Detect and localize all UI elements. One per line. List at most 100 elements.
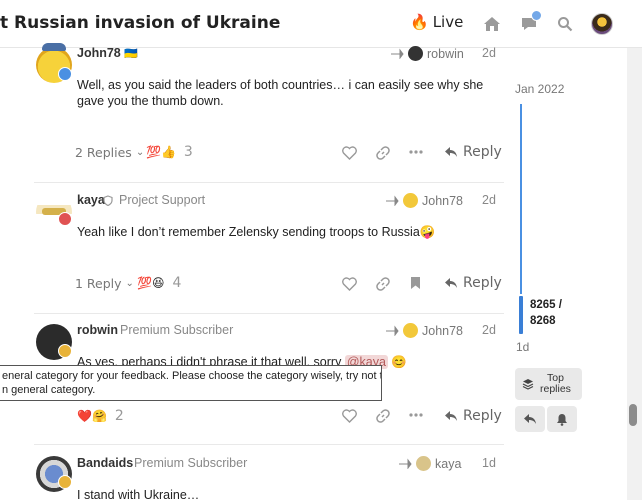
top-replies-line-2: replies	[540, 383, 571, 395]
top-replies-label: Top replies	[540, 373, 571, 395]
reply-label: Reply	[463, 144, 502, 160]
reply-icon	[445, 278, 457, 288]
scrollbar-thumb[interactable]	[629, 404, 637, 426]
more-icon[interactable]	[408, 412, 424, 418]
fire-icon: 🔥	[410, 13, 429, 31]
reaction-emojis: 💯😆	[137, 276, 165, 290]
timeline-current: 8265 /	[530, 299, 562, 311]
show-replies-button[interactable]: 1 Reply ⌄	[75, 276, 134, 291]
reply-label: Reply	[463, 275, 502, 291]
like-icon[interactable]	[342, 277, 357, 291]
reply-arrow-icon	[386, 195, 399, 206]
reactions[interactable]: 💯😆 4	[137, 275, 181, 291]
reply-icon	[524, 414, 536, 424]
username[interactable]: kaya	[77, 193, 105, 207]
reaction-count: 4	[172, 275, 182, 291]
user-title: Premium Subscriber	[134, 456, 248, 470]
flag-icon: 🇺🇦	[124, 48, 138, 60]
reply-to-username: robwin	[427, 46, 464, 61]
chevron-down-icon: ⌄	[125, 278, 134, 289]
layers-icon	[522, 379, 534, 390]
replies-label: 1 Reply	[75, 276, 122, 291]
bell-icon	[557, 413, 567, 426]
notification-dot	[531, 10, 542, 21]
post-divider	[34, 182, 504, 183]
reactions[interactable]: 💯👍 3	[146, 144, 193, 160]
reactions[interactable]: ❤️🤗 2	[77, 408, 124, 424]
hat-icon	[42, 43, 66, 51]
search-icon[interactable]	[555, 14, 575, 34]
more-icon[interactable]	[408, 149, 424, 155]
live-button[interactable]: 🔥 Live	[410, 13, 463, 31]
reply-button[interactable]: Reply	[444, 144, 502, 160]
reply-to[interactable]: robwin	[390, 46, 464, 61]
reply-to-username: John78	[422, 193, 464, 208]
user-title: Project Support	[103, 193, 205, 207]
show-replies-button[interactable]: 2 Replies ⌄	[75, 145, 144, 160]
reply-to[interactable]: kaya	[398, 456, 461, 471]
user-title-text: Project Support	[119, 193, 206, 207]
timeline-position: 8265 / 8268	[530, 297, 562, 329]
username[interactable]: John78 🇺🇦	[77, 46, 138, 60]
username[interactable]: robwin	[77, 323, 118, 337]
category-tooltip: eneral category for your feedback. Pleas…	[0, 365, 382, 401]
link-icon[interactable]	[376, 409, 390, 423]
flair-icon	[58, 344, 72, 358]
tooltip-line-2: n general category.	[2, 384, 96, 396]
replies-label: 2 Replies	[75, 145, 132, 160]
username-text: John78	[77, 46, 121, 60]
reaction-count: 3	[183, 144, 193, 160]
user-title: Premium Subscriber	[120, 323, 234, 337]
link-icon[interactable]	[376, 277, 390, 291]
post-body: Yeah like I don’t remember Zelensky send…	[77, 225, 436, 239]
reply-to-avatar	[403, 193, 418, 208]
reply-to-username: John78	[422, 323, 464, 338]
reply-button[interactable]: Reply	[444, 408, 502, 424]
reply-to-avatar	[416, 456, 431, 471]
reply-label: Reply	[463, 408, 502, 424]
timeline-end-age[interactable]: 1d	[516, 340, 529, 354]
reply-to-avatar	[403, 323, 418, 338]
bookmark-icon[interactable]	[410, 276, 421, 290]
timeline-scrollarea[interactable]	[520, 104, 522, 294]
reply-to-topic-button[interactable]	[515, 406, 545, 432]
reply-to-avatar	[408, 46, 423, 61]
post-body-emoji: 😊	[391, 355, 407, 369]
post-divider	[34, 313, 504, 314]
link-icon[interactable]	[376, 146, 390, 160]
topic-title[interactable]: t Russian invasion of Ukraine	[0, 13, 280, 33]
like-icon[interactable]	[342, 146, 357, 160]
reply-to[interactable]: John78	[385, 323, 463, 338]
flair-icon	[58, 67, 72, 81]
reaction-count: 2	[114, 408, 124, 424]
shield-icon	[103, 194, 113, 206]
post-age[interactable]: 2d	[482, 46, 496, 60]
timeline-handle[interactable]	[519, 296, 523, 334]
like-icon[interactable]	[342, 409, 357, 423]
chevron-down-icon: ⌄	[135, 147, 145, 158]
reaction-emojis: ❤️🤗	[77, 409, 107, 423]
reply-to-username: kaya	[435, 456, 462, 471]
timeline-start-date[interactable]: Jan 2022	[515, 82, 564, 96]
top-replies-button[interactable]: Top replies	[515, 368, 582, 400]
reply-icon	[445, 411, 457, 421]
username[interactable]: Bandaids	[77, 456, 133, 470]
timeline-total: 8268	[530, 315, 556, 327]
post-body: Well, as you said the leaders of both co…	[77, 78, 484, 108]
user-avatar[interactable]	[591, 13, 613, 35]
post-body: I stand with Ukraine…	[77, 488, 200, 500]
live-label: Live	[432, 13, 464, 31]
topic-header: t Russian invasion of Ukraine 🔥 Live	[0, 0, 642, 48]
reply-to[interactable]: John78	[385, 193, 463, 208]
reply-icon	[445, 147, 457, 157]
flair-icon	[58, 475, 72, 489]
page-scrollbar[interactable]	[627, 48, 642, 500]
post-age[interactable]: 2d	[482, 193, 496, 207]
post-age[interactable]: 2d	[482, 323, 496, 337]
reply-button[interactable]: Reply	[444, 275, 502, 291]
post-age[interactable]: 1d	[482, 456, 496, 470]
notifications-button[interactable]	[547, 406, 577, 432]
flair-icon	[58, 212, 72, 226]
home-icon[interactable]	[482, 14, 502, 34]
reply-arrow-icon	[386, 325, 399, 336]
